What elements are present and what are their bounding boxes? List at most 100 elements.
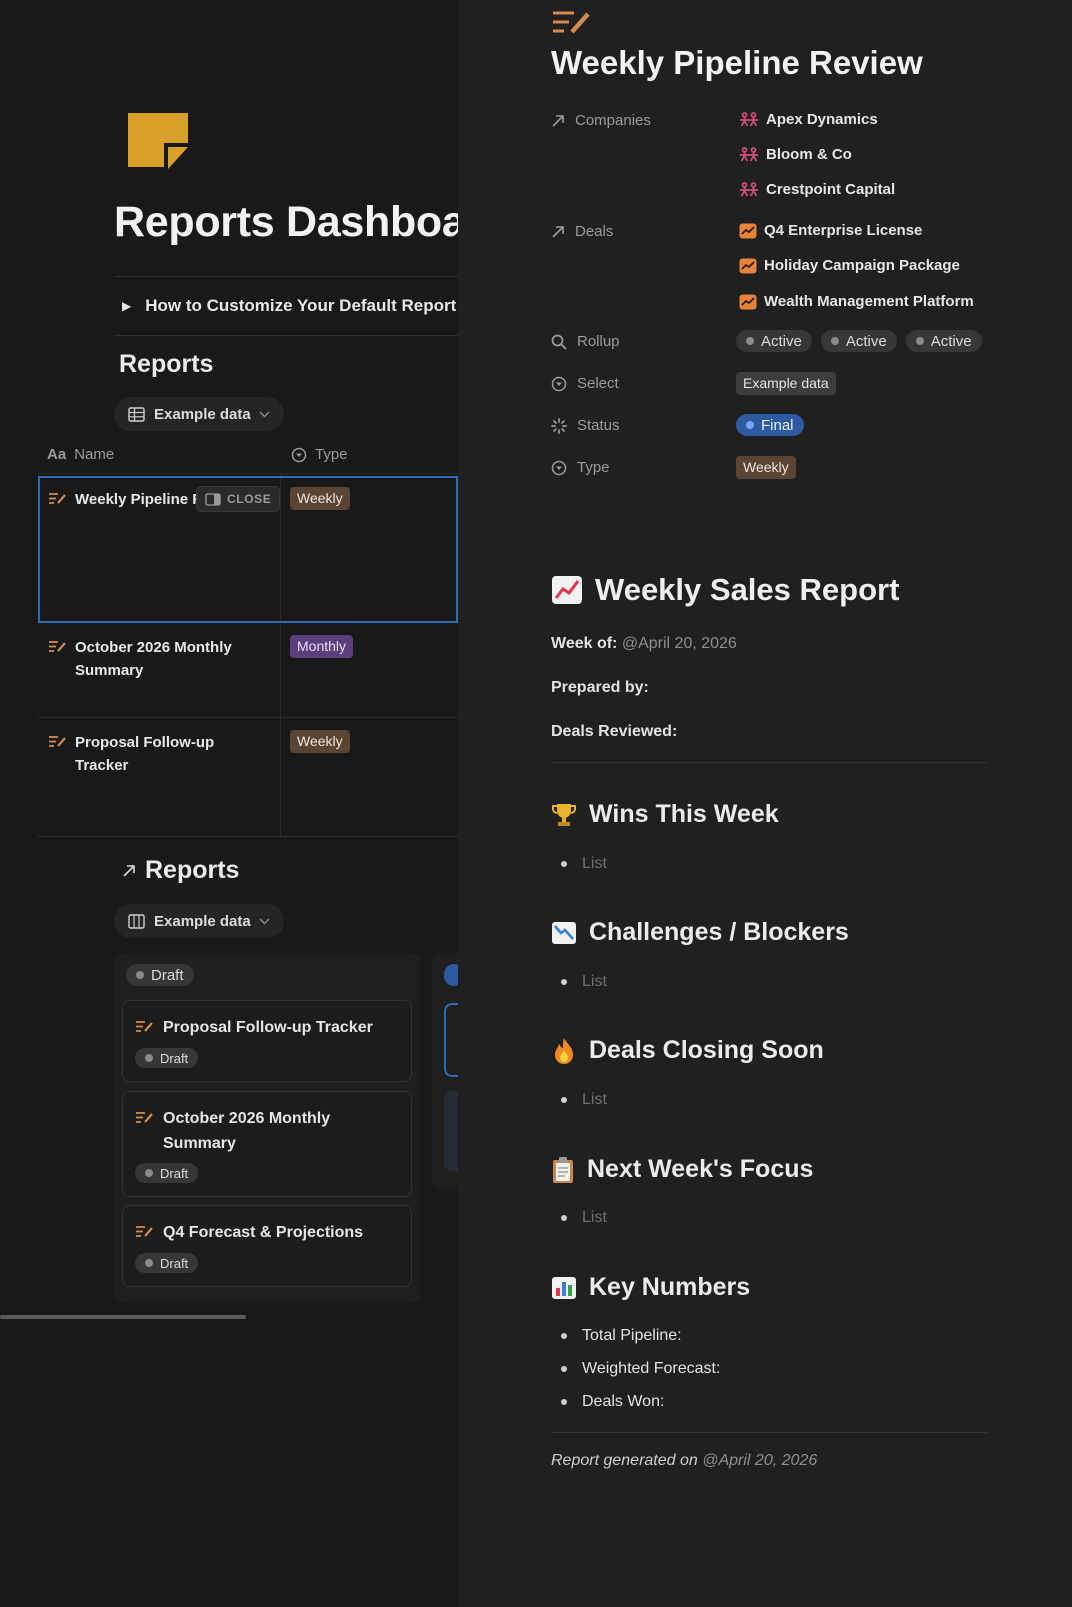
- customize-toggle[interactable]: ▶ How to Customize Your Default Report: [122, 296, 456, 316]
- date-mention[interactable]: @April 20, 2026: [702, 1452, 817, 1469]
- rollup-pill: Active: [820, 330, 897, 352]
- toggle-triangle-icon[interactable]: ▶: [122, 299, 131, 313]
- group-header-pill[interactable]: [444, 964, 458, 986]
- chevron-down-icon: [259, 411, 270, 417]
- card-status-pill: Draft: [135, 1048, 199, 1068]
- board-view-label: Example data: [154, 912, 251, 930]
- cell-divider: [280, 719, 281, 836]
- board-section-title[interactable]: Reports: [121, 856, 239, 885]
- row-type-cell[interactable]: Weekly: [290, 487, 350, 510]
- status-value[interactable]: Final: [736, 414, 804, 436]
- section-heading-challenges[interactable]: Challenges / Blockers: [551, 918, 849, 947]
- row-type-cell[interactable]: Monthly: [290, 635, 354, 658]
- table-header-divider: [38, 473, 458, 474]
- rollup-pill: Active: [736, 330, 812, 352]
- card-status-pill: Draft: [135, 1163, 199, 1183]
- table-view-switcher[interactable]: Example data: [114, 397, 284, 431]
- property-type[interactable]: Type: [551, 459, 610, 476]
- horizontal-scrollbar[interactable]: [0, 1315, 246, 1319]
- board-card[interactable]: Q4 Forecast & Projections Draft: [122, 1205, 412, 1287]
- report-page-icon: [49, 641, 66, 652]
- doc-heading[interactable]: Weekly Sales Report: [551, 572, 899, 608]
- deal-link[interactable]: Q4 Enterprise License: [739, 222, 922, 239]
- section-heading-key-numbers[interactable]: Key Numbers: [551, 1273, 750, 1302]
- section-heading-focus[interactable]: Next Week's Focus: [551, 1155, 813, 1184]
- key-number-item[interactable]: Weighted Forecast:: [561, 1360, 720, 1378]
- date-mention[interactable]: @April 20, 2026: [622, 635, 737, 652]
- list-item[interactable]: List: [561, 1209, 607, 1227]
- close-peek-button[interactable]: CLOSE: [196, 486, 281, 512]
- select-value[interactable]: Example data: [736, 372, 836, 395]
- board-card[interactable]: Proposal Follow-up Tracker Draft: [122, 1000, 412, 1082]
- week-of-line[interactable]: Week of: @April 20, 2026: [551, 635, 737, 653]
- board-card[interactable]: [444, 1091, 458, 1171]
- key-number-item[interactable]: Deals Won:: [561, 1393, 664, 1411]
- footer-line[interactable]: Report generated on @April 20, 2026: [551, 1452, 817, 1470]
- company-link[interactable]: Apex Dynamics: [739, 111, 878, 128]
- select-property-icon: [551, 460, 567, 475]
- trophy-icon: [551, 802, 577, 828]
- rollup-values[interactable]: Active Active Active: [736, 330, 982, 352]
- company-link[interactable]: Crestpoint Capital: [739, 181, 895, 198]
- prepared-by-line[interactable]: Prepared by:: [551, 679, 649, 697]
- property-rollup[interactable]: Rollup: [551, 333, 620, 350]
- doc-divider: [551, 762, 987, 763]
- card-status-pill: Draft: [135, 1253, 199, 1273]
- relation-arrow-icon: [552, 114, 564, 127]
- property-select[interactable]: Select: [551, 375, 619, 392]
- row-name-cell[interactable]: Proposal Follow-up Tracker: [48, 731, 258, 777]
- company-link[interactable]: Bloom & Co: [739, 146, 852, 163]
- table-view-icon: [128, 406, 145, 422]
- clipboard-icon: [551, 1156, 575, 1184]
- page-title: Reports Dashboard: [114, 198, 458, 246]
- property-status[interactable]: Status: [551, 417, 620, 434]
- type-tag: Weekly: [290, 487, 350, 510]
- chart-up-icon: [739, 294, 757, 309]
- key-number-item[interactable]: Total Pipeline:: [561, 1327, 682, 1345]
- board-card[interactable]: October 2026 Monthly Summary Draft: [122, 1091, 412, 1197]
- type-tag: Weekly: [290, 730, 350, 753]
- deals-reviewed-line[interactable]: Deals Reviewed:: [551, 723, 677, 741]
- section-heading-closing[interactable]: Deals Closing Soon: [551, 1036, 824, 1065]
- people-icon: [740, 112, 758, 127]
- board-card[interactable]: [444, 1003, 458, 1077]
- peek-page-title[interactable]: Weekly Pipeline Review: [551, 44, 923, 82]
- chart-up-icon: [739, 258, 757, 273]
- section-heading-wins[interactable]: Wins This Week: [551, 800, 779, 829]
- status-loader-icon: [551, 417, 567, 434]
- table-view-label: Example data: [154, 405, 251, 423]
- board-group-partial: [432, 953, 458, 1189]
- list-item[interactable]: List: [561, 1091, 607, 1109]
- board-view-switcher[interactable]: Example data: [114, 904, 284, 938]
- row-name-cell[interactable]: Weekly Pipeline Review: [48, 488, 198, 511]
- table-row[interactable]: Weekly Pipeline Review CLOSE Weekly: [38, 476, 458, 623]
- card-title: Q4 Forecast & Projections: [135, 1220, 395, 1245]
- select-property-icon: [291, 447, 307, 462]
- list-item[interactable]: List: [561, 855, 607, 873]
- row-type-cell[interactable]: Weekly: [290, 730, 350, 753]
- row-name-cell[interactable]: October 2026 Monthly Summary: [48, 636, 258, 682]
- column-header-name[interactable]: Aa Name: [47, 446, 114, 463]
- table-section-title[interactable]: Reports: [119, 350, 213, 379]
- select-property-icon: [551, 376, 567, 391]
- deal-link[interactable]: Holiday Campaign Package: [739, 257, 960, 274]
- property-deals[interactable]: Deals: [551, 223, 613, 240]
- bar-chart-icon: [551, 1276, 577, 1300]
- group-header-pill[interactable]: Draft: [126, 964, 194, 986]
- list-item[interactable]: List: [561, 973, 607, 991]
- card-title: Proposal Follow-up Tracker: [135, 1015, 395, 1040]
- side-peek-panel: Weekly Pipeline Review Companies Apex Dy…: [458, 0, 1072, 1607]
- table-row[interactable]: Proposal Follow-up Tracker Weekly: [38, 719, 458, 837]
- text-property-icon: Aa: [47, 446, 67, 463]
- cell-divider: [280, 478, 281, 621]
- report-page-icon: [136, 1021, 153, 1032]
- arrow-up-right-icon: [123, 864, 135, 877]
- column-header-type[interactable]: Type: [291, 446, 348, 463]
- report-page-icon: [49, 493, 66, 504]
- search-icon: [551, 334, 567, 350]
- people-icon: [740, 147, 758, 162]
- table-row[interactable]: October 2026 Monthly Summary Monthly: [38, 624, 458, 718]
- deal-link[interactable]: Wealth Management Platform: [739, 293, 974, 310]
- type-value[interactable]: Weekly: [736, 456, 796, 479]
- property-companies[interactable]: Companies: [551, 112, 651, 129]
